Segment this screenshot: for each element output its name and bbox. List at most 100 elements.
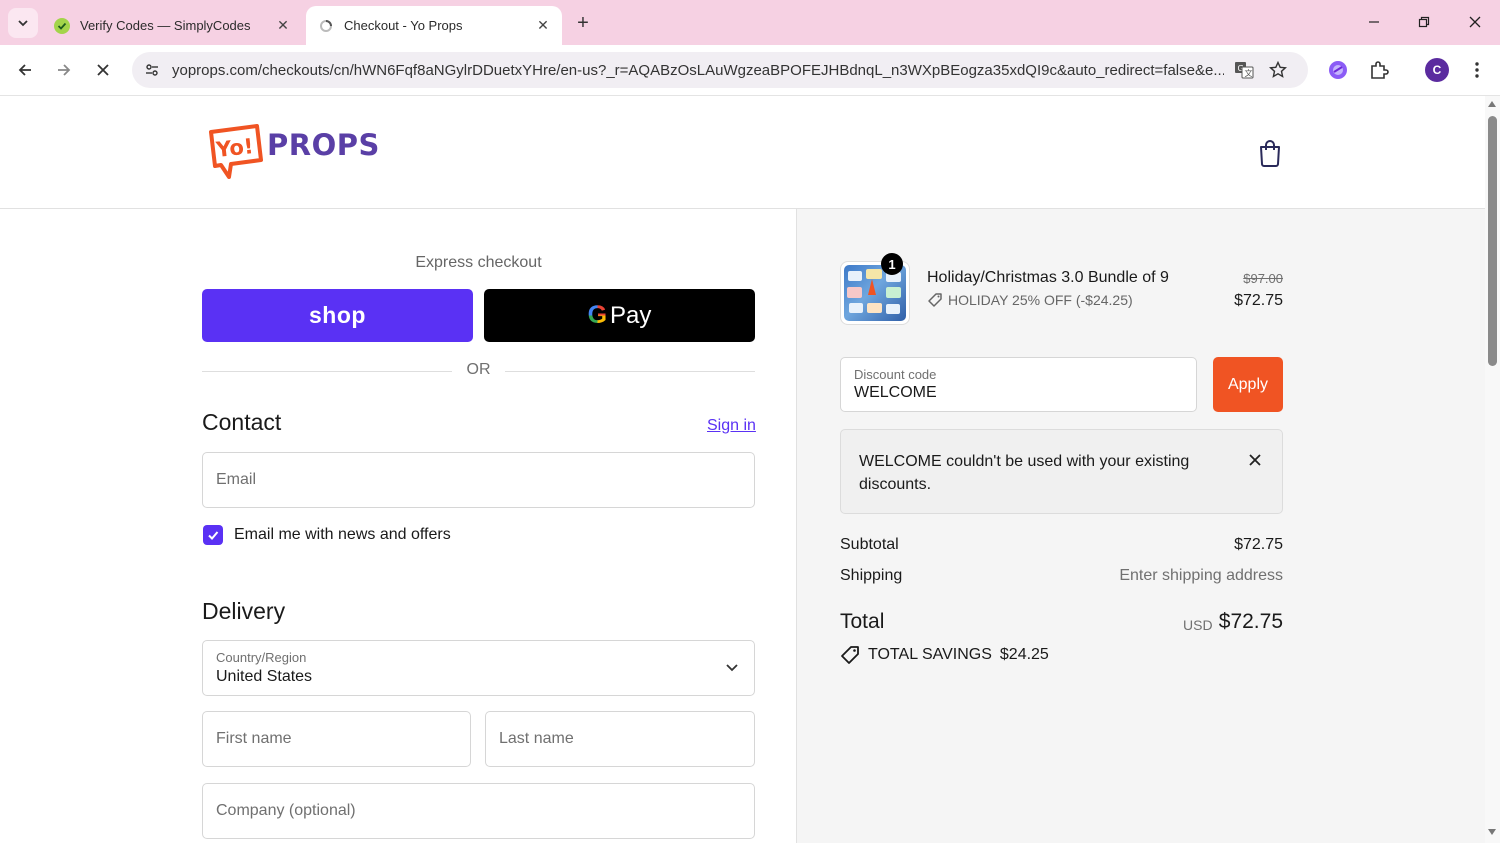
url-text[interactable]: yoprops.com/checkouts/cn/hWN6Fqf8aNGylrD… bbox=[172, 62, 1224, 79]
close-window-button[interactable] bbox=[1458, 8, 1492, 36]
sign-in-link[interactable]: Sign in bbox=[707, 417, 756, 435]
checkmark-icon bbox=[208, 531, 219, 540]
restore-button[interactable] bbox=[1407, 8, 1441, 36]
tag-icon bbox=[841, 646, 859, 664]
extension-simplycodes-button[interactable] bbox=[1323, 55, 1353, 85]
close-icon bbox=[1249, 454, 1261, 466]
product-price: $72.75 bbox=[1234, 292, 1283, 309]
newsletter-label: Email me with news and offers bbox=[234, 526, 451, 543]
new-tab-button[interactable]: + bbox=[570, 10, 596, 36]
menu-button[interactable] bbox=[1462, 55, 1492, 85]
translate-icon[interactable]: G文 bbox=[1230, 56, 1258, 84]
shipping-label: Shipping bbox=[840, 567, 903, 584]
simplycodes-favicon-icon bbox=[54, 17, 70, 34]
apply-discount-button[interactable]: Apply bbox=[1213, 357, 1283, 412]
back-button[interactable] bbox=[10, 55, 40, 85]
yoprops-logo[interactable]: Yo! PROPS bbox=[207, 122, 380, 179]
tab-simplycodes[interactable]: Verify Codes — SimplyCodes ✕ bbox=[44, 6, 302, 45]
svg-text:文: 文 bbox=[1245, 68, 1253, 78]
checkout-form: Express checkout shop G Pay OR Contact S… bbox=[0, 209, 797, 843]
shipping-value: Enter shipping address bbox=[1119, 567, 1283, 584]
chevron-down-icon bbox=[18, 20, 28, 27]
google-pay-button[interactable]: G Pay bbox=[484, 289, 755, 342]
total-currency: USD bbox=[1183, 617, 1213, 633]
profile-button[interactable]: C bbox=[1422, 55, 1452, 85]
site-info-icon[interactable] bbox=[140, 58, 164, 82]
logo-wordmark: PROPS bbox=[267, 128, 380, 162]
shopping-bag-icon[interactable] bbox=[1256, 138, 1284, 168]
stop-loading-button[interactable] bbox=[88, 55, 118, 85]
tag-icon bbox=[928, 293, 942, 307]
close-icon bbox=[97, 64, 109, 76]
google-g-icon: G bbox=[587, 301, 608, 329]
discount-code-value: WELCOME bbox=[854, 384, 937, 401]
product-discount: HOLIDAY 25% OFF (-$24.25) bbox=[927, 292, 1133, 308]
order-summary: 1 Holiday/Christmas 3.0 Bundle of 9 HOLI… bbox=[797, 209, 1485, 843]
savings-label: TOTAL SAVINGS bbox=[868, 646, 992, 663]
first-name-field[interactable]: First name bbox=[202, 711, 471, 767]
close-tab-icon[interactable]: ✕ bbox=[272, 15, 294, 37]
or-label: OR bbox=[466, 361, 491, 378]
delivery-title: Delivery bbox=[202, 598, 286, 624]
tab-checkout[interactable]: Checkout - Yo Props ✕ bbox=[306, 6, 562, 45]
scroll-down-arrow-icon[interactable] bbox=[1488, 829, 1496, 835]
minimize-button[interactable] bbox=[1357, 8, 1391, 36]
country-label: Country/Region bbox=[216, 650, 307, 665]
puzzle-icon bbox=[1371, 61, 1389, 79]
first-name-placeholder: First name bbox=[216, 730, 292, 747]
discount-error-message: WELCOME couldn't be used with your exist… bbox=[859, 453, 1190, 493]
express-checkout-title: Express checkout bbox=[415, 254, 542, 271]
close-icon bbox=[1469, 16, 1481, 28]
tab-search-button[interactable] bbox=[8, 8, 38, 38]
more-vert-icon bbox=[1475, 62, 1479, 78]
scrollbar-thumb[interactable] bbox=[1488, 116, 1497, 366]
subtotal-value: $72.75 bbox=[1234, 536, 1283, 553]
close-tab-icon[interactable]: ✕ bbox=[532, 15, 554, 37]
page-scrollbar[interactable] bbox=[1485, 96, 1500, 843]
extension-icon bbox=[1329, 61, 1347, 79]
arrow-left-icon bbox=[18, 64, 31, 76]
product-original-price: $97.00 bbox=[1243, 271, 1283, 286]
google-pay-label: Pay bbox=[610, 301, 652, 329]
restore-icon bbox=[1418, 16, 1430, 28]
newsletter-checkbox[interactable] bbox=[203, 525, 223, 545]
minimize-icon bbox=[1369, 21, 1379, 23]
avatar: C bbox=[1425, 58, 1449, 82]
browser-tab-bar: Verify Codes — SimplyCodes ✕ Checkout - … bbox=[0, 0, 1500, 45]
bookmark-star-icon[interactable] bbox=[1264, 56, 1292, 84]
apply-label: Apply bbox=[1227, 375, 1269, 393]
extensions-button[interactable] bbox=[1364, 55, 1394, 85]
scroll-up-arrow-icon[interactable] bbox=[1488, 101, 1496, 107]
country-select[interactable]: Country/Region United States bbox=[202, 640, 755, 696]
total-value: $72.75 bbox=[1218, 610, 1283, 633]
loading-favicon-icon bbox=[318, 18, 334, 34]
tab-title: Verify Codes — SimplyCodes bbox=[80, 18, 251, 33]
company-placeholder: Company (optional) bbox=[216, 802, 356, 819]
forward-button[interactable] bbox=[49, 55, 79, 85]
browser-toolbar: yoprops.com/checkouts/cn/hWN6Fqf8aNGylrD… bbox=[0, 45, 1500, 96]
email-placeholder: Email bbox=[216, 471, 257, 488]
dismiss-notice-button[interactable] bbox=[1243, 448, 1267, 472]
address-bar[interactable]: yoprops.com/checkouts/cn/hWN6Fqf8aNGylrD… bbox=[132, 52, 1308, 88]
discount-code-field[interactable]: Discount code WELCOME bbox=[840, 357, 1197, 412]
or-divider: OR bbox=[202, 361, 755, 381]
total-savings: TOTAL SAVINGS $24.25 bbox=[840, 645, 1049, 665]
company-field[interactable]: Company (optional) bbox=[202, 783, 755, 839]
shop-pay-button[interactable]: shop bbox=[202, 289, 473, 342]
last-name-field[interactable]: Last name bbox=[485, 711, 755, 767]
chevron-down-icon bbox=[726, 664, 738, 672]
email-field[interactable]: Email bbox=[202, 452, 755, 508]
quantity-badge: 1 bbox=[881, 253, 903, 275]
country-value: United States bbox=[216, 668, 313, 685]
subtotal-label: Subtotal bbox=[840, 536, 899, 553]
discount-error-notice: WELCOME couldn't be used with your exist… bbox=[840, 429, 1283, 514]
product-discount-text: HOLIDAY 25% OFF (-$24.25) bbox=[948, 292, 1133, 308]
contact-title: Contact bbox=[202, 409, 282, 435]
arrow-right-icon bbox=[58, 64, 71, 76]
last-name-placeholder: Last name bbox=[499, 730, 574, 747]
discount-code-label: Discount code bbox=[854, 367, 937, 382]
checkout-page: Yo! PROPS Express checkout shop G Pay OR… bbox=[0, 96, 1485, 843]
savings-value: $24.25 bbox=[999, 646, 1049, 663]
product-name: Holiday/Christmas 3.0 Bundle of 9 bbox=[927, 269, 1169, 286]
site-header: Yo! PROPS bbox=[0, 96, 1485, 209]
